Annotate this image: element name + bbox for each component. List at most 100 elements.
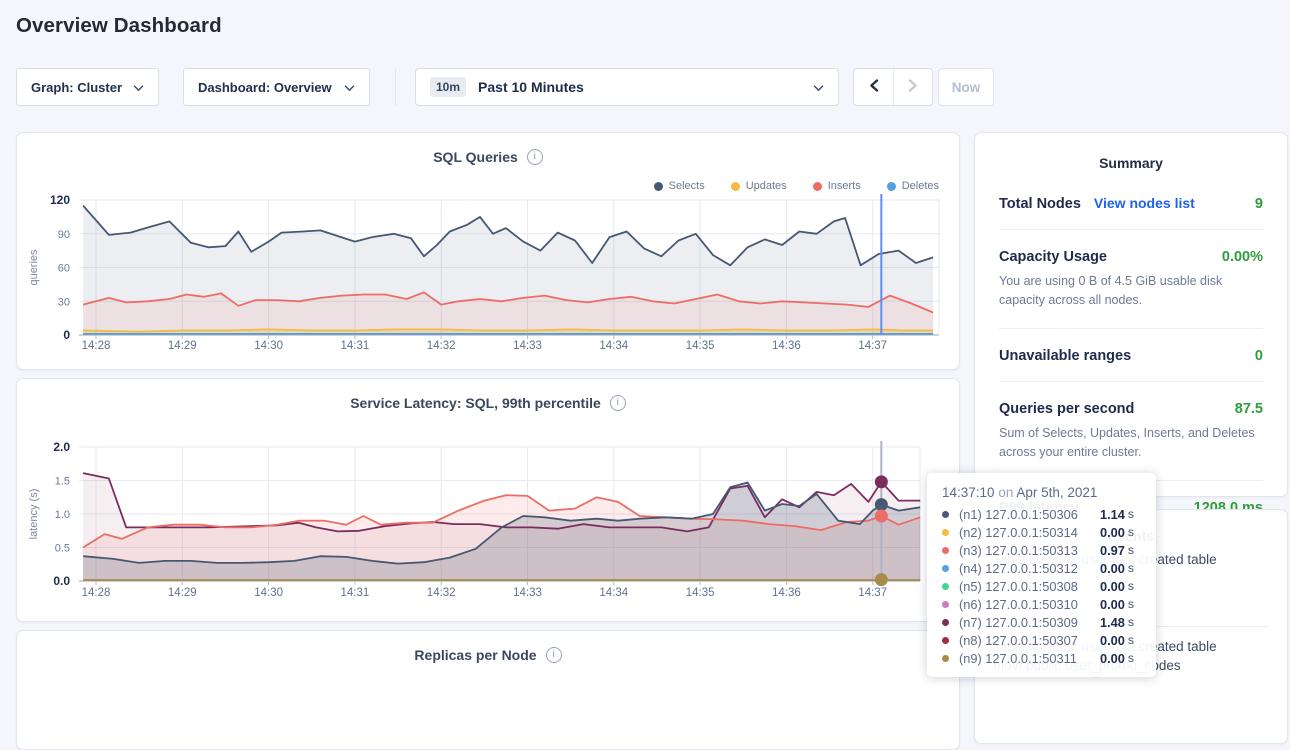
svg-text:14:32: 14:32 xyxy=(427,340,456,352)
tooltip-value: 1.14 xyxy=(1100,507,1125,522)
chevron-right-icon xyxy=(907,78,919,96)
series-dot-icon xyxy=(942,619,949,626)
tooltip-value: 0.97 xyxy=(1100,543,1125,558)
page-title: Overview Dashboard xyxy=(16,14,222,38)
summary-label: Capacity Usage xyxy=(999,249,1107,265)
chevron-left-icon xyxy=(868,78,880,96)
tooltip-row: (n5) 127.0.0.1:503080.00s xyxy=(942,577,1146,595)
summary-panel: Summary Total NodesView nodes list9Capac… xyxy=(974,132,1288,497)
summary-row-unavailable-ranges: Unavailable ranges 0 xyxy=(999,329,1263,382)
series-dot-icon xyxy=(942,529,949,536)
svg-text:60: 60 xyxy=(58,263,70,275)
summary-description: Sum of Selects, Updates, Inserts, and De… xyxy=(999,424,1263,463)
tooltip-node: (n4) 127.0.0.1:50312 xyxy=(959,561,1100,576)
svg-text:queries: queries xyxy=(28,249,40,286)
tooltip-value: 0.00 xyxy=(1100,561,1125,576)
tooltip-node: (n9) 127.0.0.1:50311 xyxy=(959,651,1100,666)
svg-text:14:29: 14:29 xyxy=(168,340,197,352)
time-range-label: Past 10 Minutes xyxy=(478,79,801,95)
tooltip-row: (n3) 127.0.0.1:503130.97s xyxy=(942,541,1146,559)
tooltip-unit: s xyxy=(1128,633,1134,647)
tooltip-row: (n2) 127.0.0.1:503140.00s xyxy=(942,523,1146,541)
tooltip-unit: s xyxy=(1128,597,1134,611)
chevron-down-icon xyxy=(344,80,355,95)
time-range-badge: 10m xyxy=(430,77,466,97)
svg-text:1.0: 1.0 xyxy=(55,509,70,521)
tooltip-row: (n9) 127.0.0.1:503110.00s xyxy=(942,649,1146,667)
tooltip-node: (n6) 127.0.0.1:50310 xyxy=(959,597,1100,612)
replicas-per-node-header: Replicas per Node i xyxy=(17,647,959,663)
tooltip-row: (n6) 127.0.0.1:503100.00s xyxy=(942,595,1146,613)
toolbar: Graph: Cluster Dashboard: Overview 10m P… xyxy=(0,68,1290,106)
tooltip-rows: (n1) 127.0.0.1:503061.14s(n2) 127.0.0.1:… xyxy=(942,505,1146,667)
service-latency-plot[interactable]: 14:2814:2914:3014:3114:3214:3314:3414:35… xyxy=(17,379,959,621)
summary-row-total-nodes: Total NodesView nodes list9 xyxy=(999,171,1263,230)
summary-label: Total Nodes xyxy=(999,196,1081,212)
tooltip-unit: s xyxy=(1128,507,1134,521)
svg-text:120: 120 xyxy=(50,193,70,207)
tooltip-unit: s xyxy=(1128,615,1134,629)
tooltip-value: 1.48 xyxy=(1100,615,1125,630)
svg-text:14:28: 14:28 xyxy=(82,587,111,599)
tooltip-value: 0.00 xyxy=(1100,651,1125,666)
time-prev-button[interactable] xyxy=(854,69,893,105)
replicas-per-node-title: Replicas per Node xyxy=(414,647,536,663)
service-latency-card: Service Latency: SQL, 99th percentile i … xyxy=(16,378,960,622)
svg-text:14:37: 14:37 xyxy=(858,340,887,352)
tooltip-value: 0.00 xyxy=(1100,597,1125,612)
svg-text:90: 90 xyxy=(58,229,70,241)
svg-text:14:35: 14:35 xyxy=(686,587,715,599)
svg-text:30: 30 xyxy=(58,296,70,308)
svg-text:2.0: 2.0 xyxy=(53,440,70,454)
tooltip-unit: s xyxy=(1128,525,1134,539)
tooltip-node: (n2) 127.0.0.1:50314 xyxy=(959,525,1100,540)
time-arrows xyxy=(853,68,933,106)
summary-description: You are using 0 B of 4.5 GiB usable disk… xyxy=(999,272,1263,311)
summary-title: Summary xyxy=(999,155,1263,171)
svg-text:14:28: 14:28 xyxy=(82,340,111,352)
tooltip-unit: s xyxy=(1128,561,1134,575)
tooltip-node: (n8) 127.0.0.1:50307 xyxy=(959,633,1100,648)
svg-text:0: 0 xyxy=(63,328,70,342)
summary-label: Queries per second xyxy=(999,401,1134,417)
svg-text:14:36: 14:36 xyxy=(772,587,801,599)
svg-text:0.0: 0.0 xyxy=(53,574,70,588)
time-range-dropdown[interactable]: 10m Past 10 Minutes xyxy=(415,68,839,106)
toolbar-divider xyxy=(395,68,396,106)
svg-text:14:29: 14:29 xyxy=(168,587,197,599)
time-next-button[interactable] xyxy=(893,69,932,105)
series-dot-icon xyxy=(942,547,949,554)
svg-text:14:30: 14:30 xyxy=(254,340,283,352)
graph-dropdown-label: Graph: Cluster xyxy=(31,80,122,95)
summary-value: 0 xyxy=(1255,348,1263,364)
summary-row-queries-per-second: Queries per second87.5Sum of Selects, Up… xyxy=(999,382,1263,481)
tooltip-value: 0.00 xyxy=(1100,579,1125,594)
svg-text:0.5: 0.5 xyxy=(55,543,70,555)
svg-text:14:32: 14:32 xyxy=(427,587,456,599)
tooltip-node: (n3) 127.0.0.1:50313 xyxy=(959,543,1100,558)
svg-text:14:31: 14:31 xyxy=(341,340,370,352)
summary-label: Unavailable ranges xyxy=(999,348,1131,364)
svg-text:latency (s): latency (s) xyxy=(28,489,40,540)
series-dot-icon xyxy=(942,565,949,572)
dashboard-dropdown-label: Dashboard: Overview xyxy=(198,80,332,95)
svg-text:14:34: 14:34 xyxy=(599,587,628,599)
svg-text:14:34: 14:34 xyxy=(599,340,628,352)
series-dot-icon xyxy=(942,655,949,662)
svg-text:1.5: 1.5 xyxy=(55,476,70,488)
svg-text:14:36: 14:36 xyxy=(772,340,801,352)
svg-text:14:31: 14:31 xyxy=(341,587,370,599)
dashboard-dropdown[interactable]: Dashboard: Overview xyxy=(183,68,370,106)
sql-queries-plot[interactable]: 14:2814:2914:3014:3114:3214:3314:3414:35… xyxy=(17,133,959,369)
page: Overview Dashboard Graph: Cluster Dashbo… xyxy=(0,0,1290,689)
tooltip-value: 0.00 xyxy=(1100,633,1125,648)
info-icon[interactable]: i xyxy=(546,647,562,663)
graph-dropdown[interactable]: Graph: Cluster xyxy=(16,68,159,106)
tooltip-row: (n8) 127.0.0.1:503070.00s xyxy=(942,631,1146,649)
svg-text:14:37: 14:37 xyxy=(858,587,887,599)
view-nodes-list-link[interactable]: View nodes list xyxy=(1094,195,1195,211)
tooltip-node: (n5) 127.0.0.1:50308 xyxy=(959,579,1100,594)
tooltip-unit: s xyxy=(1128,651,1134,665)
tooltip-value: 0.00 xyxy=(1100,525,1125,540)
now-button[interactable]: Now xyxy=(938,68,994,106)
